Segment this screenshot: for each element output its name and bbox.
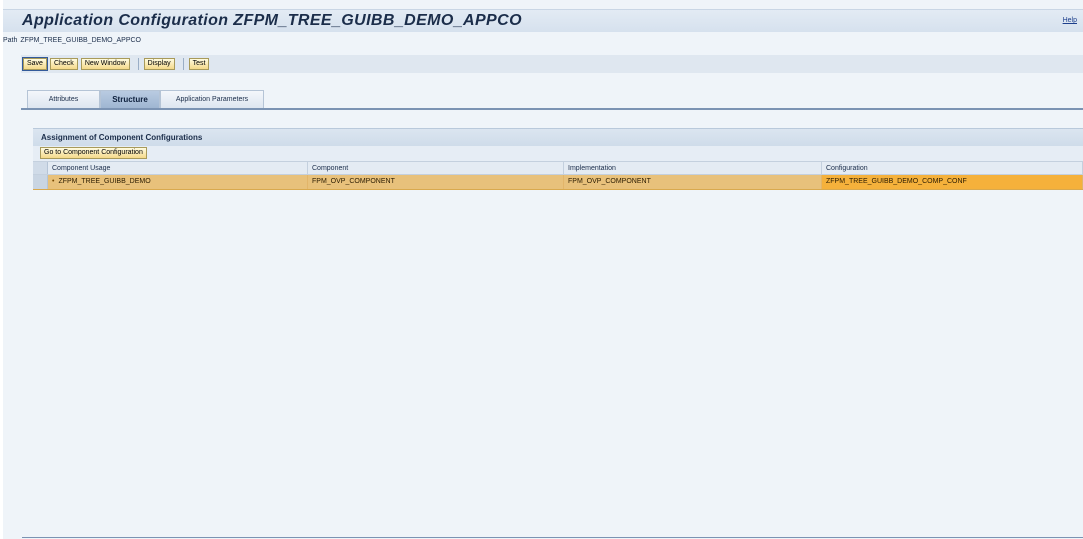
table-header-row: Component Usage Component Implementation… [33, 161, 1083, 175]
cell-component-usage[interactable]: • ZFPM_TREE_GUIBB_DEMO [48, 175, 308, 189]
component-usage-value: ZFPM_TREE_GUIBB_DEMO [58, 178, 151, 185]
go-to-component-configuration-button[interactable]: Go to Component Configuration [40, 147, 147, 159]
save-button[interactable]: Save [22, 57, 48, 71]
bottom-border [22, 537, 1083, 538]
test-button[interactable]: Test [188, 58, 210, 70]
tab-application-parameters[interactable]: Application Parameters [160, 90, 264, 108]
check-button[interactable]: Check [49, 58, 78, 70]
title-bar: Application Configuration ZFPM_TREE_GUIB… [3, 9, 1083, 32]
tree-bullet-icon: • [52, 178, 55, 185]
tab-underline [21, 108, 1083, 110]
panel-title: Assignment of Component Configurations [41, 133, 203, 142]
breadcrumb: Path ZFPM_TREE_GUIBB_DEMO_APPCO [3, 37, 144, 44]
path-label: Path [3, 37, 18, 44]
toolbar-separator [137, 58, 139, 70]
tab-strip: Attributes Structure Application Paramet… [21, 88, 1083, 110]
display-button[interactable]: Display [143, 58, 175, 70]
column-header-component-usage[interactable]: Component Usage [48, 162, 308, 174]
select-all-cell[interactable] [33, 162, 48, 174]
component-assignment-panel: Assignment of Component Configurations G… [33, 128, 1083, 196]
panel-toolbar: Go to Component Configuration [33, 146, 1083, 161]
main-toolbar: Save Check New Window Display Test [21, 55, 1083, 73]
new-window-button[interactable]: New Window [80, 58, 130, 70]
column-header-configuration[interactable]: Configuration [822, 162, 1083, 174]
tab-attributes[interactable]: Attributes [27, 90, 100, 108]
component-table: Component Usage Component Implementation… [33, 161, 1083, 190]
cell-configuration[interactable]: ZFPM_TREE_GUIBB_DEMO_COMP_CONF [822, 175, 1083, 189]
toolbar-separator [182, 58, 184, 70]
path-value: ZFPM_TREE_GUIBB_DEMO_APPCO [20, 37, 141, 44]
row-selector[interactable] [33, 175, 48, 189]
panel-header: Assignment of Component Configurations [33, 128, 1083, 146]
cell-implementation[interactable]: FPM_OVP_COMPONENT [564, 175, 822, 189]
application-frame: Application Configuration ZFPM_TREE_GUIB… [3, 0, 1083, 539]
tab-structure[interactable]: Structure [100, 90, 160, 108]
help-link[interactable]: Help [1063, 17, 1077, 24]
cell-component[interactable]: FPM_OVP_COMPONENT [308, 175, 564, 189]
page-title: Application Configuration ZFPM_TREE_GUIB… [22, 12, 522, 29]
column-header-component[interactable]: Component [308, 162, 564, 174]
column-header-implementation[interactable]: Implementation [564, 162, 822, 174]
table-row[interactable]: • ZFPM_TREE_GUIBB_DEMO FPM_OVP_COMPONENT … [33, 175, 1083, 190]
